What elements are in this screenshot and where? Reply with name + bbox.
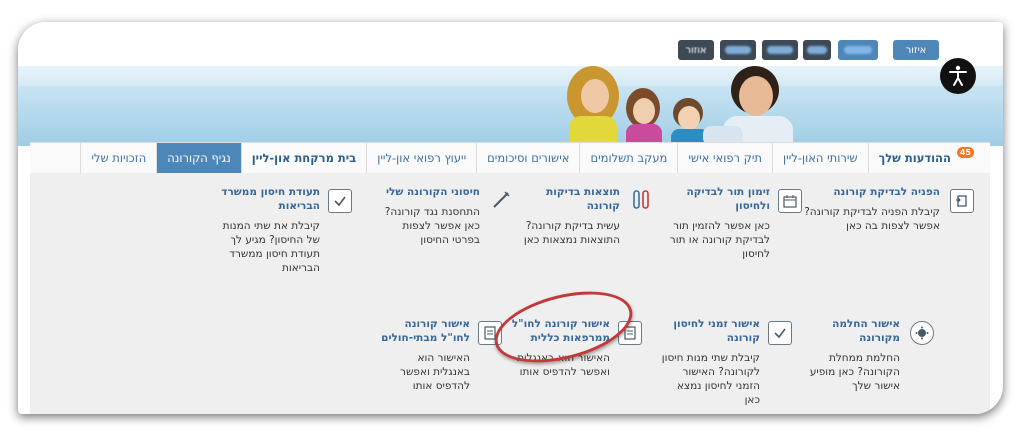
virus-icon <box>910 321 934 345</box>
card-desc: האישור הוא באנגלית ואפשר להדפיס אותו <box>400 352 470 392</box>
test-tubes-icon <box>630 189 652 211</box>
blurred-button-5-label: אוזור <box>685 44 707 56</box>
card-title[interactable]: תוצאות בדיקות קורונה <box>510 185 620 213</box>
blurred-button-3[interactable] <box>762 40 798 60</box>
tab-messages-label: ההודעות שלך <box>878 151 951 165</box>
tab-online-pharmacy[interactable]: בית מרקחת און-ליין <box>240 143 366 173</box>
card-test-results[interactable]: תוצאות בדיקות קורונה עשית בדיקת קורונה? … <box>510 185 656 247</box>
tab-medical-file[interactable]: תיק רפואי אישי <box>677 143 772 173</box>
tab-corona[interactable]: נגיף הקורונה <box>156 143 241 173</box>
tab-label: ייעוץ רפואי און-ליין <box>377 151 467 165</box>
blurred-button-4[interactable] <box>720 40 756 60</box>
card-title[interactable]: חיסוני הקורונה שלי <box>380 185 480 199</box>
main-tabs: ההודעות שלך 45 שירותי האון-ליין תיק רפואי… <box>30 142 990 174</box>
tab-my-rights[interactable]: הזכויות שלי <box>80 143 156 173</box>
card-vaccine-certificate[interactable]: תעודת חיסון ממשרד הבריאות קיבלת את שתי ה… <box>210 185 356 275</box>
accessibility-button[interactable] <box>940 58 976 94</box>
messages-count-badge: 45 <box>956 146 974 158</box>
top-user-bar: איזור אוזור <box>18 22 1003 66</box>
accessibility-icon <box>949 65 967 86</box>
tab-label: נגיף הקורונה <box>167 151 231 165</box>
card-title[interactable]: אישור קורונה לחו"ל מבתי-חולים <box>380 317 470 345</box>
tab-approvals[interactable]: אישורים וסיכומים <box>476 143 579 173</box>
syringe-icon <box>490 189 512 211</box>
tab-online-consult[interactable]: ייעוץ רפואי און-ליין <box>366 143 476 173</box>
tab-label: מעקב תשלומים <box>590 151 668 165</box>
card-desc: קיבלת שתי מנות חיסון לקורונה? האישור הזמ… <box>661 352 760 406</box>
tab-label: אישורים וסיכומים <box>487 151 570 165</box>
page-frame: איזור אוזור ההודעות שלך 45 שירותי האון-ל… <box>0 0 1023 436</box>
certificate-icon <box>328 189 352 213</box>
tab-label: בית מרקחת און-ליין <box>251 151 357 165</box>
tab-label: תיק רפואי אישי <box>688 151 762 165</box>
card-desc: קיבלת הפניה לבדיקת קורונה? אפשר לצפות בה… <box>804 206 940 232</box>
card-desc: התחסנת נגד קורונה? כאן אפשר לצפות בפרטי … <box>384 206 480 246</box>
card-abroad-approval-hospitals[interactable]: אישור קורונה לחו"ל מבתי-חולים האישור הוא… <box>380 317 506 393</box>
card-appointment[interactable]: זימון תור לבדיקה ולחיסון כאן אפשר להזמין… <box>650 185 806 261</box>
blurred-button-2[interactable] <box>803 40 831 60</box>
card-title[interactable]: תעודת חיסון ממשרד הבריאות <box>210 185 320 213</box>
card-recovery-certificate[interactable]: אישור החלמה מקורונה החלמת ממחלת הקורונה?… <box>790 317 940 393</box>
card-title[interactable]: זימון תור לבדיקה ולחיסון <box>650 185 770 213</box>
tab-label: הזכויות שלי <box>91 151 147 165</box>
corona-services-grid: הפניה לבדיקת קורונה קיבלת הפניה לבדיקת ק… <box>30 173 990 414</box>
blurred-button-1[interactable] <box>838 40 878 60</box>
card-title[interactable]: הפניה לבדיקת קורונה <box>790 185 940 199</box>
family-photo <box>567 66 793 146</box>
tab-label: שירותי האון-ליין <box>783 151 858 165</box>
card-title[interactable]: אישור החלמה מקורונה <box>790 317 900 345</box>
card-desc: עשית בדיקת קורונה? התוצאות נמצאות כאן <box>523 220 620 246</box>
card-title[interactable]: אישור זמני לחיסון קורונה <box>660 317 760 345</box>
tab-messages[interactable]: ההודעות שלך 45 <box>867 143 990 173</box>
card-my-vaccines[interactable]: חיסוני הקורונה שלי התחסנת נגד קורונה? כא… <box>380 185 516 247</box>
tab-online-services[interactable]: שירותי האון-ליין <box>772 143 868 173</box>
user-area-label: איזור <box>905 44 927 56</box>
hero-banner <box>18 66 1003 146</box>
card-corona-referral[interactable]: הפניה לבדיקת קורונה קיבלת הפניה לבדיקת ק… <box>790 185 980 233</box>
tab-payments[interactable]: מעקב תשלומים <box>579 143 677 173</box>
user-area-button[interactable]: איזור <box>893 40 939 60</box>
card-temporary-vaccine-approval[interactable]: אישור זמני לחיסון קורונה קיבלת שתי מנות … <box>660 317 796 407</box>
checklist-icon <box>768 321 792 345</box>
card-desc: החלמת ממחלת הקורונה? כאן מופיע אישור שלך <box>809 352 900 392</box>
blurred-button-5[interactable]: אוזור <box>678 40 714 60</box>
card-desc: כאן אפשר להזמין תור לבדיקת קורונה או תור… <box>669 220 770 260</box>
referral-icon <box>950 189 974 213</box>
hero-stripe <box>18 66 1003 86</box>
calendar-icon <box>778 189 802 213</box>
card-desc: קיבלת את שתי המנות של החיסון? מגיע לך תע… <box>222 220 320 274</box>
